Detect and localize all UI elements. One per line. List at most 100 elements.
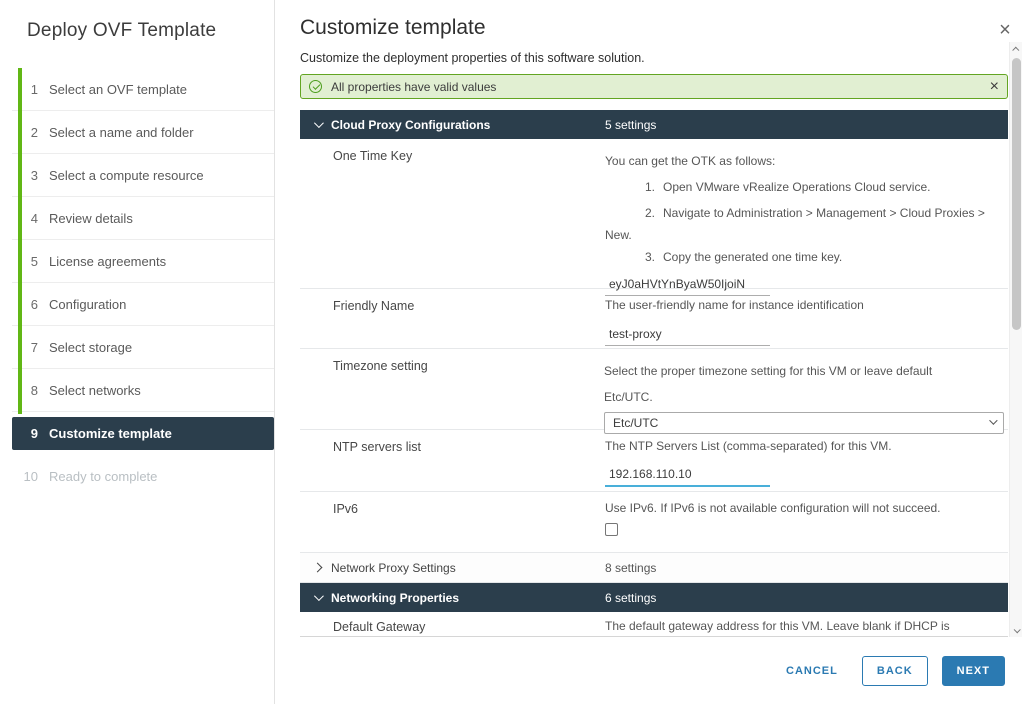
step-label: Review details bbox=[49, 211, 133, 226]
field-row-timezone-setting: Timezone setting Select the proper timez… bbox=[300, 349, 1008, 430]
validation-success-banner: All properties have valid values × bbox=[300, 74, 1008, 99]
field-label: NTP servers list bbox=[300, 430, 605, 491]
otk-step-1: Open VMware vRealize Operations Cloud se… bbox=[663, 180, 930, 194]
back-button[interactable]: BACK bbox=[862, 656, 928, 686]
check-circle-icon bbox=[309, 80, 322, 93]
step-label: Ready to complete bbox=[49, 469, 157, 484]
ipv6-checkbox[interactable] bbox=[605, 523, 618, 536]
customize-template-form: Cloud Proxy Configurations 5 settings On… bbox=[300, 110, 1008, 637]
list-number: 2. bbox=[645, 200, 663, 226]
section-settings-count: 8 settings bbox=[605, 561, 656, 575]
field-label: IPv6 bbox=[300, 492, 605, 552]
field-description: Use IPv6. If IPv6 is not available confi… bbox=[605, 492, 1008, 552]
field-description: Select the proper timezone setting for t… bbox=[604, 349, 1008, 429]
field-description: The default gateway address for this VM.… bbox=[605, 612, 1008, 637]
field-description: The NTP Servers List (comma-separated) f… bbox=[605, 430, 1008, 491]
ntp-desc: The NTP Servers List (comma-separated) f… bbox=[605, 439, 1004, 453]
step-item-select-name-folder[interactable]: 2 Select a name and folder bbox=[12, 111, 274, 154]
step-item-review-details[interactable]: 4 Review details bbox=[12, 197, 274, 240]
field-row-ipv6: IPv6 Use IPv6. If IPv6 is not available … bbox=[300, 492, 1008, 553]
default-gateway-desc: The default gateway address for this VM.… bbox=[605, 619, 1004, 633]
friendly-name-input[interactable] bbox=[605, 325, 770, 346]
completed-steps-progress-bar bbox=[18, 68, 22, 414]
list-number: 3. bbox=[645, 244, 663, 270]
chevron-down-icon bbox=[989, 416, 997, 424]
field-row-default-gateway-clipped: Default Gateway The default gateway addr… bbox=[300, 612, 1008, 637]
page-subtitle: Customize the deployment properties of t… bbox=[300, 51, 645, 65]
ipv6-desc: Use IPv6. If IPv6 is not available confi… bbox=[605, 501, 1004, 515]
chevron-down-icon[interactable] bbox=[1010, 623, 1023, 637]
step-item-select-storage[interactable]: 7 Select storage bbox=[12, 326, 274, 369]
field-label: Timezone setting bbox=[300, 349, 604, 429]
otk-step-3: Copy the generated one time key. bbox=[663, 250, 842, 264]
section-header-network-proxy-settings[interactable]: Network Proxy Settings 8 settings bbox=[300, 553, 1008, 583]
step-number: 6 bbox=[12, 297, 38, 312]
step-item-license-agreements[interactable]: 5 License agreements bbox=[12, 240, 274, 283]
section-settings-count: 5 settings bbox=[605, 118, 656, 132]
step-number: 9 bbox=[12, 426, 38, 441]
wizard-footer-actions: CANCEL BACK NEXT bbox=[776, 656, 1005, 686]
banner-message: All properties have valid values bbox=[331, 80, 990, 94]
section-header-cloud-proxy-configurations[interactable]: Cloud Proxy Configurations 5 settings bbox=[300, 110, 1008, 139]
timezone-selected-value: Etc/UTC bbox=[613, 416, 658, 430]
step-label: Select an OVF template bbox=[49, 82, 187, 97]
friendly-name-desc: The user-friendly name for instance iden… bbox=[605, 298, 1004, 312]
step-label: Select a name and folder bbox=[49, 125, 194, 140]
section-header-networking-properties[interactable]: Networking Properties 6 settings bbox=[300, 583, 1008, 612]
list-number: 1. bbox=[645, 174, 663, 200]
step-item-configuration[interactable]: 6 Configuration bbox=[12, 283, 274, 326]
step-label: Customize template bbox=[49, 426, 172, 441]
close-icon[interactable]: × bbox=[993, 18, 1017, 42]
timezone-desc-line1: Select the proper timezone setting for t… bbox=[604, 358, 1004, 384]
ntp-servers-input[interactable] bbox=[605, 465, 770, 487]
field-label: One Time Key bbox=[300, 139, 605, 288]
timezone-desc-line2: Etc/UTC. bbox=[604, 384, 1004, 410]
chevron-down-icon bbox=[314, 591, 324, 601]
step-number: 2 bbox=[12, 125, 38, 140]
step-label: Select networks bbox=[49, 383, 141, 398]
step-number: 3 bbox=[12, 168, 38, 183]
field-description: You can get the OTK as follows: 1.Open V… bbox=[605, 139, 1008, 288]
step-label: Configuration bbox=[49, 297, 126, 312]
deploy-ovf-wizard-dialog: Deploy OVF Template 1 Select an OVF temp… bbox=[0, 0, 1024, 704]
next-button[interactable]: NEXT bbox=[942, 656, 1005, 686]
step-label: Select storage bbox=[49, 340, 132, 355]
step-number: 10 bbox=[12, 469, 38, 484]
field-row-ntp-servers-list: NTP servers list The NTP Servers List (c… bbox=[300, 430, 1008, 492]
step-item-ready-to-complete[interactable]: 10 Ready to complete bbox=[12, 455, 274, 498]
otk-step-2: Navigate to Administration > Management … bbox=[663, 206, 985, 220]
section-settings-count: 6 settings bbox=[605, 591, 656, 605]
field-row-one-time-key: One Time Key You can get the OTK as foll… bbox=[300, 139, 1008, 289]
section-title: Networking Properties bbox=[331, 591, 459, 605]
step-number: 1 bbox=[12, 82, 38, 97]
step-number: 8 bbox=[12, 383, 38, 398]
section-title: Network Proxy Settings bbox=[331, 561, 456, 575]
step-number: 5 bbox=[12, 254, 38, 269]
chevron-down-icon bbox=[314, 118, 324, 128]
step-label: Select a compute resource bbox=[49, 168, 204, 183]
chevron-up-icon[interactable] bbox=[1010, 42, 1023, 56]
step-item-select-networks[interactable]: 8 Select networks bbox=[12, 369, 274, 412]
wizard-steps-sidebar: Deploy OVF Template 1 Select an OVF temp… bbox=[0, 0, 275, 704]
step-label: License agreements bbox=[49, 254, 166, 269]
step-item-select-ovf-template[interactable]: 1 Select an OVF template bbox=[12, 68, 274, 111]
field-label: Friendly Name bbox=[300, 289, 605, 348]
step-number: 7 bbox=[12, 340, 38, 355]
page-title: Customize template bbox=[300, 16, 486, 40]
wizard-step-list: 1 Select an OVF template 2 Select a name… bbox=[12, 68, 274, 498]
otk-desc-intro: You can get the OTK as follows: bbox=[605, 148, 1004, 174]
chevron-right-icon bbox=[313, 563, 323, 573]
step-item-customize-template-active[interactable]: 9 Customize template bbox=[12, 417, 274, 450]
vertical-scrollbar[interactable] bbox=[1009, 42, 1022, 637]
step-number: 4 bbox=[12, 211, 38, 226]
cancel-button[interactable]: CANCEL bbox=[776, 656, 848, 686]
field-description: The user-friendly name for instance iden… bbox=[605, 289, 1008, 348]
field-label: Default Gateway bbox=[300, 612, 605, 637]
otk-step-2-continued: New. bbox=[605, 226, 1004, 244]
scrollbar-thumb[interactable] bbox=[1012, 58, 1021, 330]
field-row-friendly-name: Friendly Name The user-friendly name for… bbox=[300, 289, 1008, 349]
step-item-select-compute-resource[interactable]: 3 Select a compute resource bbox=[12, 154, 274, 197]
wizard-title: Deploy OVF Template bbox=[27, 20, 216, 42]
section-title: Cloud Proxy Configurations bbox=[331, 118, 490, 132]
banner-close-icon[interactable]: × bbox=[990, 78, 999, 96]
